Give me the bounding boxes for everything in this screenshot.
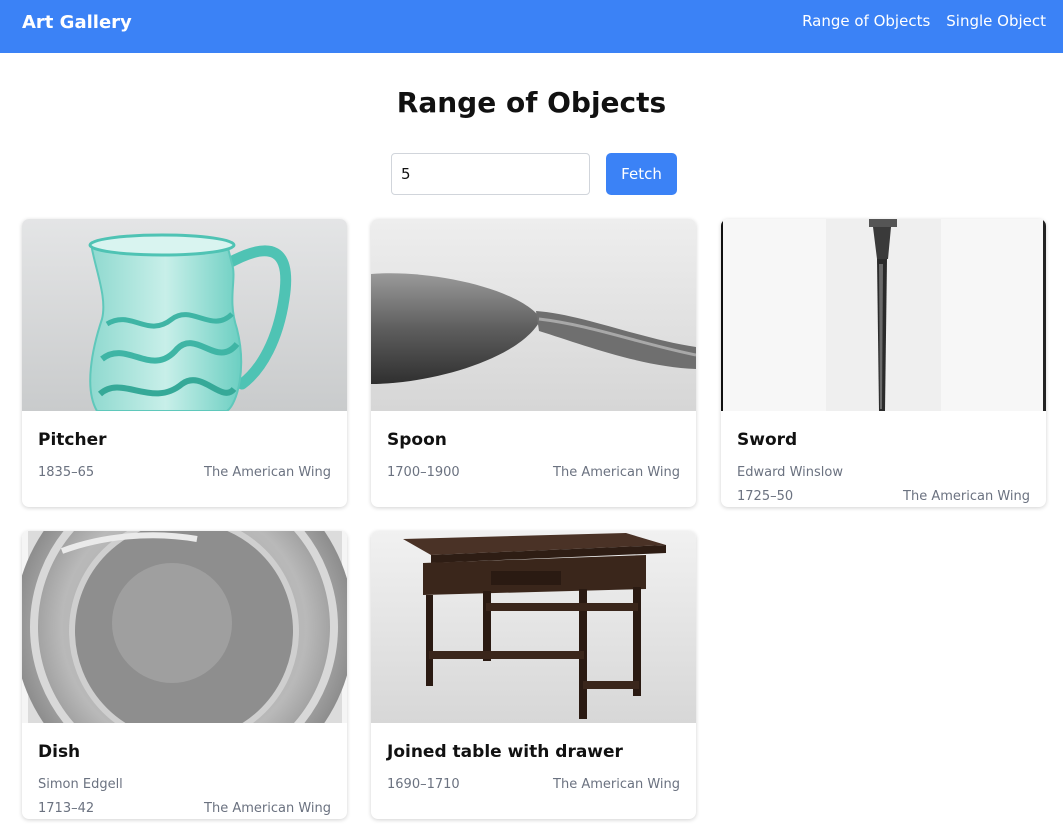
object-artist: Edward Winslow: [737, 465, 843, 480]
fetch-button[interactable]: Fetch: [606, 153, 677, 195]
object-card[interactable]: Sword Edward Winslow 1725–50 The America…: [721, 219, 1046, 507]
object-image-joined-table: [371, 531, 696, 723]
object-image-dish: [22, 531, 347, 723]
object-department: The American Wing: [553, 777, 680, 792]
object-artist: Simon Edgell: [38, 777, 123, 792]
object-title: Joined table with drawer: [387, 742, 623, 762]
object-image-sword: [721, 219, 1046, 411]
nav-link-range-of-objects[interactable]: Range of Objects: [802, 12, 930, 30]
page-title: Range of Objects: [396, 86, 667, 119]
nav-links: Range of Objects Single Object: [802, 12, 1046, 30]
object-title: Spoon: [387, 430, 447, 450]
object-department: The American Wing: [553, 465, 680, 480]
object-date: 1713–42: [38, 801, 95, 816]
object-card[interactable]: Joined table with drawer 1690–1710 The A…: [371, 531, 696, 819]
object-department: The American Wing: [204, 465, 331, 480]
object-date: 1690–1710: [387, 777, 460, 792]
object-department: The American Wing: [204, 801, 331, 816]
navbar: Art Gallery Range of Objects Single Obje…: [0, 0, 1063, 53]
object-title: Pitcher: [38, 430, 107, 450]
object-count-input[interactable]: [391, 153, 590, 195]
nav-link-single-object[interactable]: Single Object: [946, 12, 1046, 30]
object-title: Sword: [737, 430, 798, 450]
object-date: 1835–65: [38, 465, 95, 480]
object-card[interactable]: Dish Simon Edgell 1713–42 The American W…: [22, 531, 347, 819]
object-image-pitcher: [22, 219, 347, 411]
object-title: Dish: [38, 742, 81, 762]
object-image-spoon: [371, 219, 696, 411]
object-date: 1700–1900: [387, 465, 460, 480]
object-card[interactable]: Spoon 1700–1900 The American Wing: [371, 219, 696, 507]
object-date: 1725–50: [737, 489, 794, 504]
object-card[interactable]: Pitcher 1835–65 The American Wing: [22, 219, 347, 507]
object-department: The American Wing: [903, 489, 1030, 504]
brand-logo[interactable]: Art Gallery: [22, 12, 132, 33]
